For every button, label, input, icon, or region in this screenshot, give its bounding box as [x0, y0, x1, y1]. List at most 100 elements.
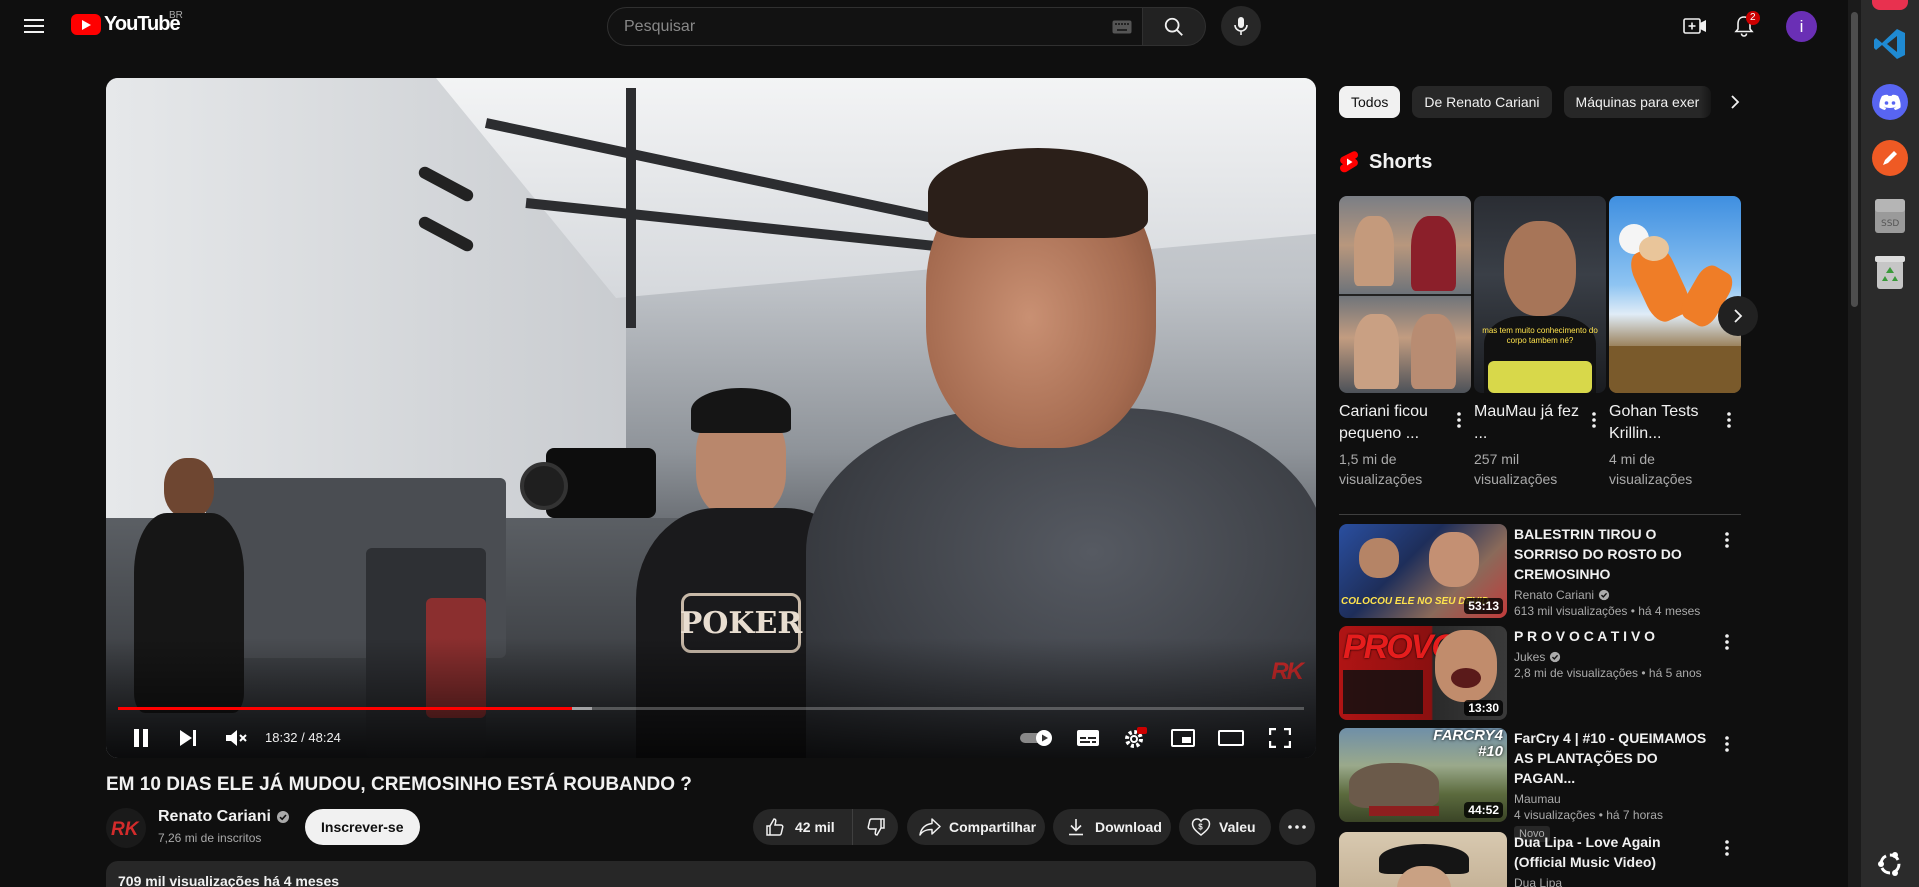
create-button[interactable]	[1680, 12, 1710, 40]
video-more-button[interactable]	[1715, 528, 1739, 552]
chips-next-button[interactable]	[1700, 86, 1740, 118]
related-chips: Todos De Renato Cariani Máquinas para ex…	[1339, 86, 1739, 118]
short-item[interactable]: Cariani ficou pequeno ... 1,5 mi de visu…	[1339, 196, 1471, 489]
channel-name[interactable]: Renato Cariani	[158, 808, 271, 826]
heart-dollar-icon: $	[1191, 818, 1211, 836]
notification-count-badge: 2	[1746, 11, 1760, 25]
video-channel[interactable]: Renato Cariani	[1514, 588, 1714, 602]
short-more-button[interactable]	[1717, 408, 1741, 432]
logo-country-code: BR	[169, 10, 183, 21]
short-item[interactable]: mas tem muito conhecimento do corpo tamb…	[1474, 196, 1606, 489]
mute-button[interactable]	[221, 722, 251, 754]
video-thumbnail[interactable]	[1339, 832, 1507, 887]
subscribe-button[interactable]: Inscrever-se	[305, 809, 420, 845]
like-dislike-group: 42 mil	[753, 809, 898, 845]
short-thumbnail[interactable]	[1339, 196, 1471, 393]
short-thumbnail[interactable]: mas tem muito conhecimento do corpo tamb…	[1474, 196, 1606, 393]
thumbs-down-icon	[866, 818, 885, 836]
recommended-video[interactable]: Dua Lipa - Love Again (Official Music Vi…	[1339, 832, 1741, 887]
short-item[interactable]: Gohan Tests Krillin... 4 mi de visualiza…	[1609, 196, 1741, 489]
youtube-logo[interactable]: YouTube BR	[71, 10, 183, 36]
keyboard-icon[interactable]	[1112, 20, 1132, 34]
description-box[interactable]: 709 mil visualizações há 4 meses	[106, 861, 1316, 887]
video-more-button[interactable]	[1715, 836, 1739, 860]
short-title[interactable]: Cariani ficou pequeno ...	[1339, 401, 1447, 445]
vscode-icon[interactable]	[1872, 26, 1908, 62]
video-title[interactable]: Dua Lipa - Love Again (Official Music Vi…	[1514, 832, 1714, 872]
time-display: 18:32 / 48:24	[265, 730, 341, 745]
video-channel[interactable]: Dua Lipa	[1514, 876, 1714, 887]
chip-from-channel[interactable]: De Renato Cariani	[1412, 86, 1552, 118]
show-apps-icon[interactable]	[1872, 846, 1908, 882]
short-more-button[interactable]	[1447, 408, 1471, 432]
video-meta: 613 mil visualizações • há 4 meses	[1514, 604, 1701, 618]
settings-button[interactable]	[1120, 722, 1150, 754]
channel-name-row[interactable]: Renato Cariani	[158, 808, 290, 826]
short-title[interactable]: MauMau já fez ...	[1474, 401, 1582, 445]
video-title: EM 10 DIAS ELE JÁ MUDOU, CREMOSINHO ESTÁ…	[106, 774, 692, 795]
progress-bar[interactable]	[118, 707, 1304, 710]
chip-todos[interactable]: Todos	[1339, 86, 1401, 118]
video-thumbnail[interactable]: PROVOC 13:30	[1339, 626, 1507, 720]
theater-mode-button[interactable]	[1216, 722, 1246, 754]
thumbs-up-icon	[766, 818, 784, 836]
recommended-video[interactable]: PROVOC 13:30 P R O V O C A T I V O Jukes…	[1339, 626, 1741, 720]
short-title[interactable]: Gohan Tests Krillin...	[1609, 401, 1717, 445]
discord-icon[interactable]	[1872, 84, 1908, 120]
chip-topic[interactable]: Máquinas para exer	[1563, 86, 1712, 118]
menu-icon[interactable]	[20, 12, 48, 40]
video-thumbnail[interactable]: FARCRY4 #10 44:52	[1339, 728, 1507, 822]
video-more-button[interactable]	[1715, 732, 1739, 756]
fullscreen-button[interactable]	[1265, 722, 1295, 754]
subtitles-button[interactable]	[1073, 722, 1103, 754]
desktop-dock: SSD	[1861, 0, 1919, 887]
shorts-next-button[interactable]	[1718, 296, 1758, 336]
recommended-video[interactable]: FARCRY4 #10 44:52 FarCry 4 | #10 - QUEIM…	[1339, 728, 1741, 842]
video-channel[interactable]: Maumau	[1514, 792, 1714, 806]
short-views: 257 mil visualizações	[1474, 451, 1558, 487]
ssd-label: SSD	[1881, 219, 1899, 229]
scrollbar-thumb[interactable]	[1851, 12, 1858, 307]
pause-button[interactable]	[126, 722, 156, 754]
search-input[interactable]	[624, 17, 1094, 36]
download-label: Download	[1095, 819, 1162, 835]
video-title[interactable]: BALESTRIN TIROU O SORRISO DO ROSTO DO CR…	[1514, 524, 1714, 584]
search-button[interactable]	[1143, 7, 1206, 46]
thanks-button[interactable]: $ Valeu	[1179, 809, 1271, 845]
video-channel[interactable]: Jukes	[1514, 650, 1714, 664]
video-title[interactable]: FarCry 4 | #10 - QUEIMAMOS AS PLANTAÇÕES…	[1514, 728, 1714, 788]
video-player[interactable]: POKER RK 18:32 / 48:24	[106, 78, 1316, 758]
miniplayer-button[interactable]	[1168, 722, 1198, 754]
download-button[interactable]: Download	[1053, 809, 1171, 845]
dock-app-top-icon[interactable]	[1872, 0, 1908, 10]
microphone-icon	[1234, 17, 1248, 35]
share-button[interactable]: Compartilhar	[907, 809, 1045, 845]
video-frame-beam	[626, 88, 636, 328]
short-views: 1,5 mi de visualizações	[1339, 451, 1423, 487]
more-actions-button[interactable]	[1279, 809, 1315, 845]
short-thumbnail[interactable]	[1609, 196, 1741, 393]
video-thumbnail[interactable]: COLOCOU ELE NO SEU DEVID 53:13	[1339, 524, 1507, 618]
dislike-button[interactable]	[853, 817, 898, 837]
chevron-right-icon	[1731, 95, 1740, 109]
notifications-button[interactable]: 2	[1729, 11, 1760, 40]
video-info: P R O V O C A T I V O Jukes 2,8 mi de vi…	[1514, 626, 1714, 680]
recommended-video[interactable]: COLOCOU ELE NO SEU DEVID 53:13 BALESTRIN…	[1339, 524, 1741, 618]
voice-search-button[interactable]	[1221, 6, 1261, 46]
video-more-button[interactable]	[1715, 630, 1739, 654]
pen-app-icon[interactable]	[1872, 140, 1908, 176]
channel-avatar[interactable]: RK	[106, 808, 146, 848]
verified-icon	[1598, 589, 1610, 601]
short-more-button[interactable]	[1582, 408, 1606, 432]
autoplay-toggle[interactable]	[1019, 722, 1055, 754]
more-vertical-icon	[1727, 412, 1731, 428]
trash-icon[interactable]	[1872, 254, 1908, 290]
verified-icon	[276, 811, 289, 823]
like-button[interactable]: 42 mil	[753, 809, 853, 845]
skip-next-icon	[180, 730, 196, 746]
account-avatar[interactable]: i	[1786, 11, 1817, 42]
next-button[interactable]	[173, 722, 203, 754]
video-title[interactable]: P R O V O C A T I V O	[1514, 626, 1714, 646]
ssd-drive-icon[interactable]: SSD	[1872, 198, 1908, 234]
page-scrollbar[interactable]	[1848, 0, 1861, 887]
